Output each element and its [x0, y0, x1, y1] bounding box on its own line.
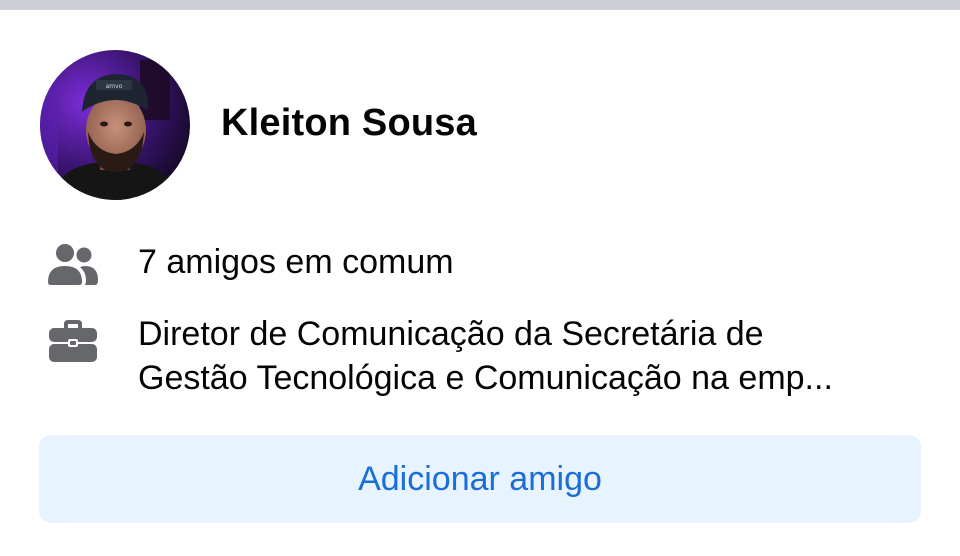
add-friend-button[interactable]: Adicionar amigo — [39, 435, 921, 523]
profile-photo-icon: amvo — [40, 50, 190, 200]
work-text-line-1: Diretor de Comunicação da Secretária de — [138, 315, 764, 353]
briefcase-icon — [49, 320, 97, 362]
profile-name[interactable]: Kleiton Sousa — [221, 102, 477, 145]
top-divider — [0, 0, 960, 10]
friend-suggestion-page: amvo Kleiton Sousa 7 amigos em comum Dir… — [0, 0, 960, 556]
avatar[interactable]: amvo — [40, 50, 190, 200]
mutual-friends-text: 7 amigos em comum — [138, 243, 454, 281]
work-text: Diretor de Comunicação da Secretária de … — [138, 312, 928, 400]
work-text-line-2: Gestão Tecnológica e Comunicação na emp.… — [138, 359, 833, 397]
people-icon — [48, 244, 98, 285]
svg-text:amvo: amvo — [106, 83, 123, 90]
add-friend-label: Adicionar amigo — [358, 459, 602, 498]
profile-card: amvo Kleiton Sousa 7 amigos em comum Dir… — [0, 10, 960, 556]
